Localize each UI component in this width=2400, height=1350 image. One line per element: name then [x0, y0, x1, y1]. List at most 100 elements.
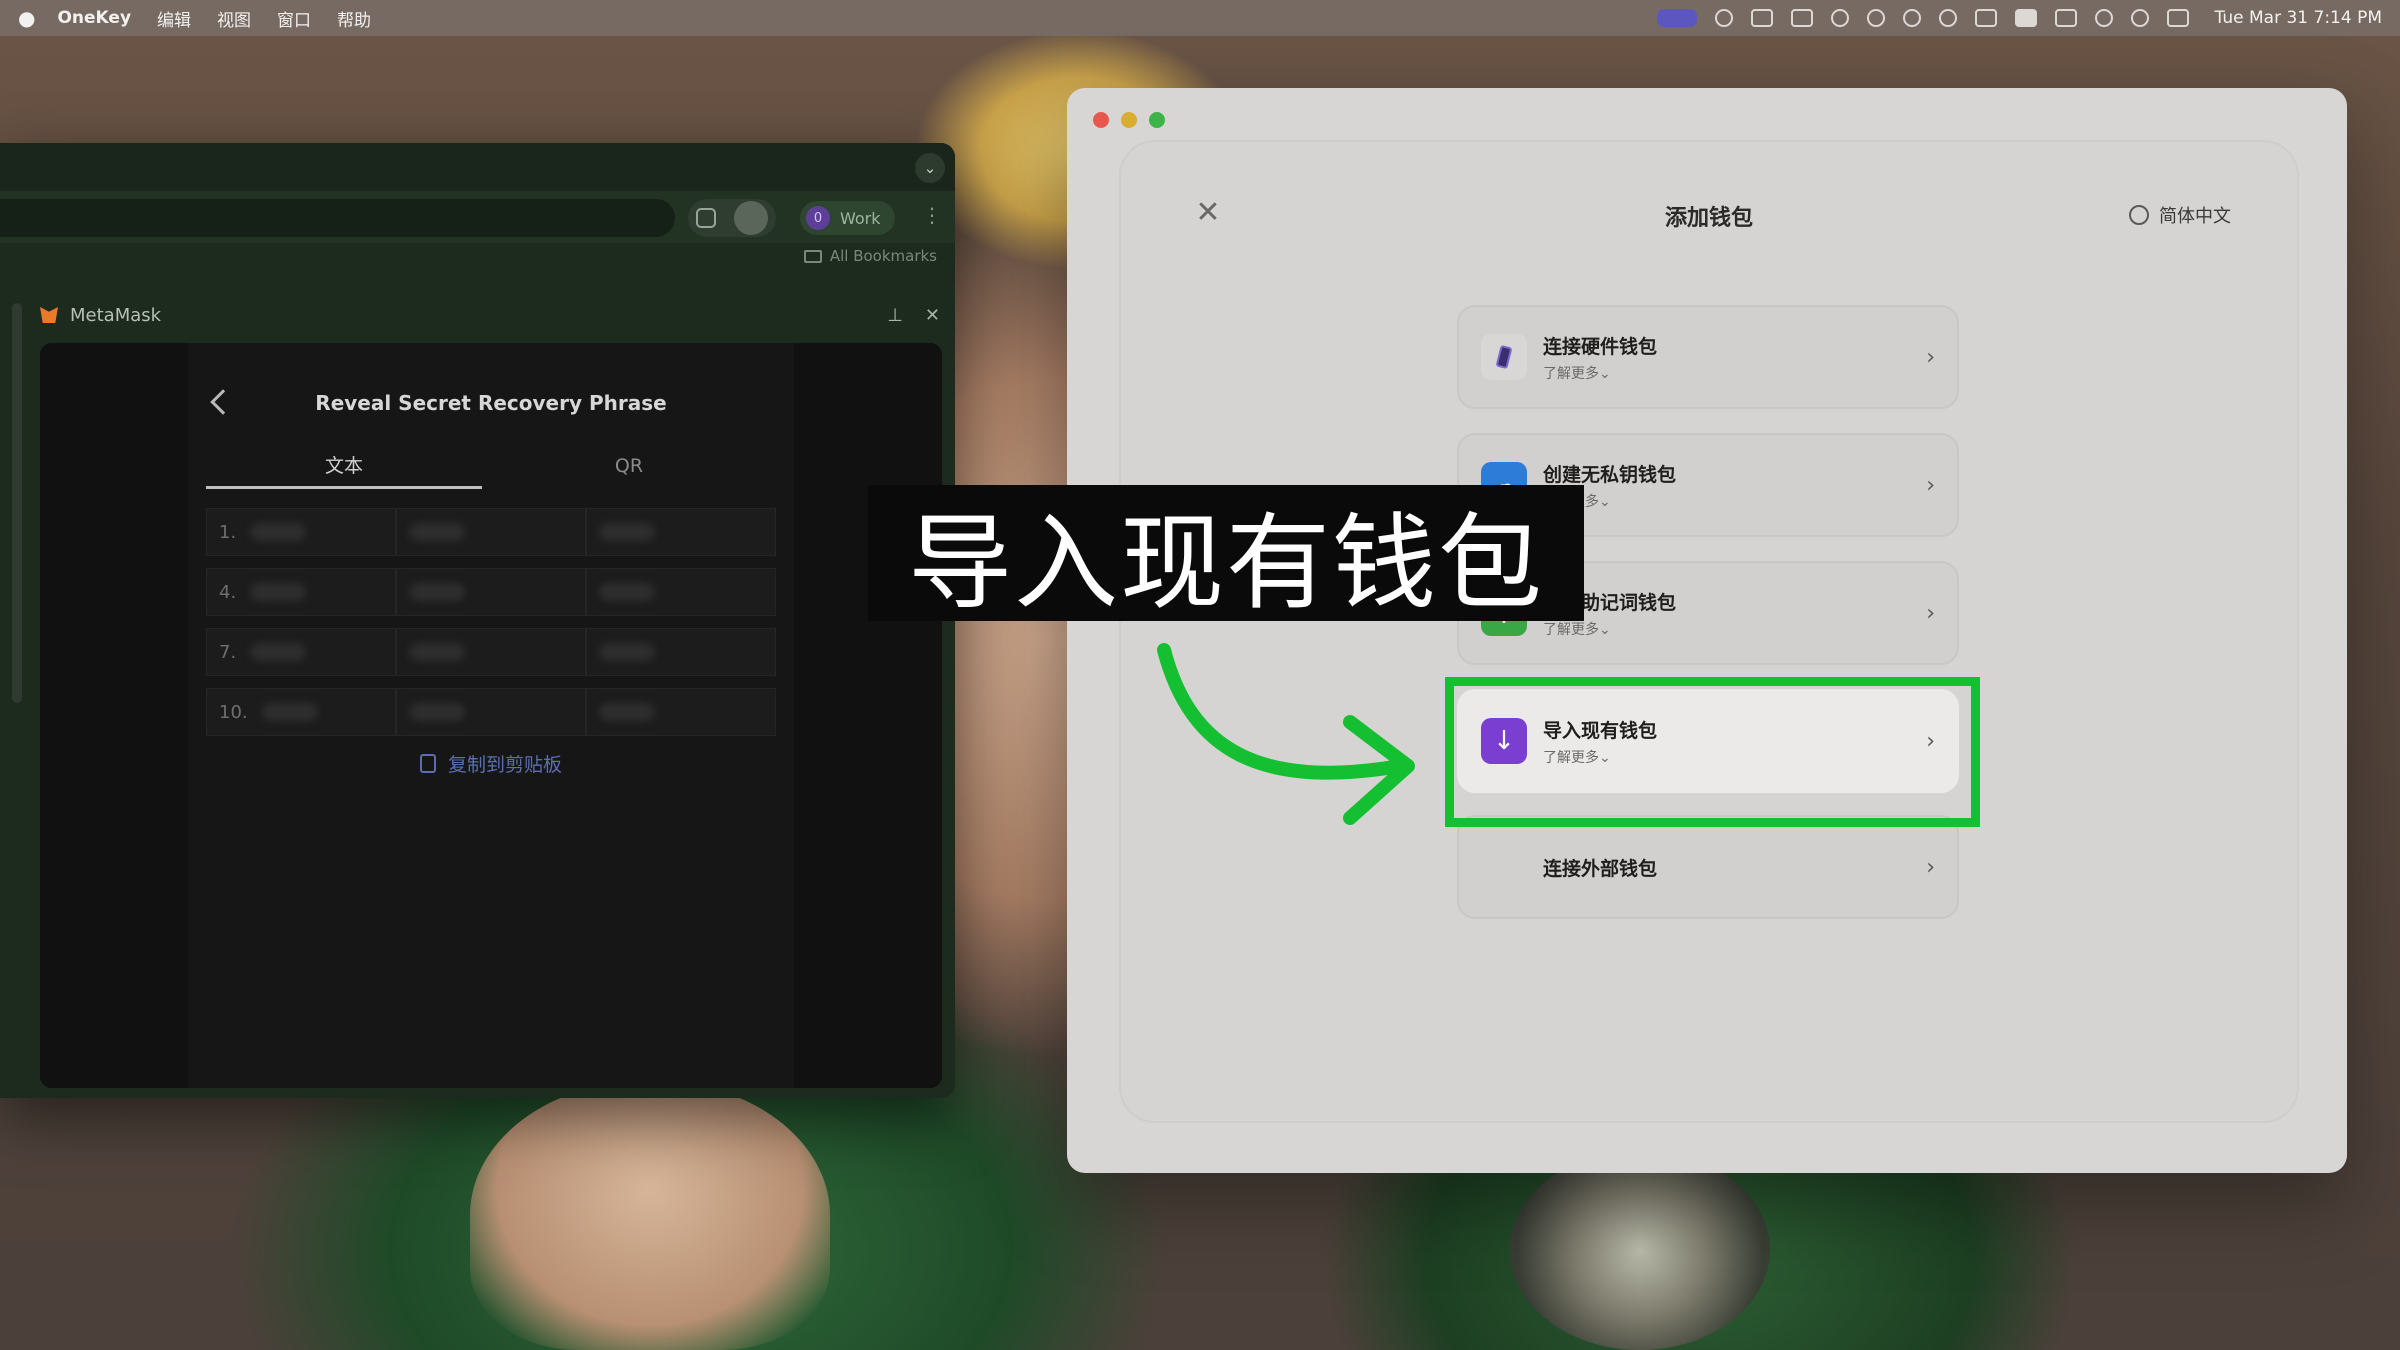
metamask-fox-icon — [40, 307, 58, 323]
learn-more-link[interactable]: 了解更多⌄ — [1543, 491, 1926, 511]
blurred-word — [250, 583, 307, 601]
window-close-button[interactable] — [1093, 112, 1109, 128]
wallpaper-hand — [470, 1080, 830, 1350]
pin-icon[interactable]: ⊥ — [887, 305, 903, 326]
browser-window: ⌄ 0 Work ⋮ All Bookmarks MetaMask ⊥ ✕ Re… — [0, 143, 955, 1098]
play-icon[interactable] — [1902, 9, 1921, 27]
back-arrow-icon[interactable] — [210, 389, 236, 415]
srp-tabs: 文本 QR — [206, 443, 776, 489]
copy-label: 复制到剪贴板 — [447, 753, 562, 776]
tab-text[interactable]: 文本 — [206, 443, 482, 489]
srp-word-index: 1. — [219, 521, 237, 543]
side-panel-header: MetaMask ⊥ ✕ — [40, 295, 940, 335]
tab-strip: ⌄ — [0, 143, 955, 191]
browser-menu-icon[interactable]: ⋮ — [922, 203, 942, 227]
language-selector[interactable]: 简体中文 — [2129, 202, 2231, 228]
window-zoom-button[interactable] — [1149, 112, 1165, 128]
blurred-word — [250, 643, 307, 661]
chevron-right-icon: › — [1926, 344, 1935, 370]
screen-record-icon[interactable] — [1656, 9, 1697, 27]
tab-search-chevron-icon[interactable]: ⌄ — [915, 153, 945, 183]
srp-word-index: 10. — [219, 701, 248, 723]
apple-icon[interactable]: ● — [18, 6, 35, 30]
option-connect-external-wallet[interactable]: 连接外部钱包 › — [1457, 815, 1959, 919]
battery-icon[interactable] — [2054, 9, 2077, 27]
menu-app-name[interactable]: OneKey — [57, 8, 131, 28]
srp-word-cell: 4. — [206, 568, 396, 616]
record-icon[interactable] — [1714, 9, 1733, 27]
option-connect-hardware-wallet[interactable]: 连接硬件钱包 了解更多⌄ › — [1457, 305, 1959, 409]
srp-word-cell — [586, 688, 776, 736]
window-minimize-button[interactable] — [1121, 112, 1137, 128]
panel-gutter-right — [794, 343, 942, 1088]
copy-to-clipboard-button[interactable]: 复制到剪贴板 — [188, 748, 794, 778]
menu-view[interactable]: 视图 — [217, 6, 251, 31]
pointer-arrow-icon — [1157, 643, 1415, 825]
tools-icon[interactable] — [1790, 9, 1813, 27]
profile-chip[interactable]: 0 Work — [800, 201, 895, 235]
window-controls — [1093, 112, 1165, 128]
highlight-box — [1445, 677, 1980, 827]
extensions-group — [688, 199, 776, 237]
close-icon[interactable]: ✕ — [925, 305, 940, 326]
srp-word-cell — [586, 628, 776, 676]
wallpaper-tattoo — [1510, 1150, 1770, 1350]
extensions-puzzle-icon[interactable] — [696, 208, 716, 228]
srp-word-index: 7. — [219, 641, 237, 663]
blurred-word — [599, 523, 655, 541]
learn-more-link[interactable]: 了解更多⌄ — [1543, 619, 1926, 639]
blurred-word — [409, 643, 465, 661]
blurred-word — [409, 583, 465, 601]
chevron-right-icon: › — [1926, 854, 1935, 880]
menu-edit[interactable]: 编辑 — [157, 6, 191, 31]
option-label: 连接硬件钱包 — [1543, 335, 1658, 358]
srp-word-grid: 1. 4. 7. 10. — [206, 508, 776, 736]
status-area: Tue Mar 31 7:14 PM — [1656, 8, 2382, 28]
profile-badge: 0 — [806, 206, 830, 230]
language-label: 简体中文 — [2159, 206, 2231, 227]
option-label: 创建助记词钱包 — [1543, 591, 1677, 614]
page-scrollbar[interactable] — [12, 303, 22, 703]
tutorial-caption: 导入现有钱包 — [868, 485, 1584, 624]
globe-icon — [2129, 205, 2149, 225]
address-bar[interactable] — [0, 199, 675, 237]
blurred-word — [409, 523, 465, 541]
keyboard-a-icon[interactable] — [2014, 9, 2037, 27]
option-label: 创建无私钥钱包 — [1543, 463, 1677, 486]
blurred-word — [599, 643, 655, 661]
all-bookmarks[interactable]: All Bookmarks — [803, 247, 937, 265]
menu-help[interactable]: 帮助 — [337, 6, 371, 31]
bookmarks-bar: All Bookmarks — [0, 243, 955, 273]
panel-gutter-left — [40, 343, 188, 1088]
bed-icon[interactable] — [1974, 9, 1997, 27]
dialog-title: 添加钱包 — [1664, 206, 1753, 231]
control-center-icon[interactable] — [2166, 9, 2189, 27]
onekey-window: ✕ 添加钱包 简体中文 连接硬件钱包 了解更多⌄ › ☁ 创建无私钥钱包 了解更… — [1067, 88, 2347, 1173]
blurred-word — [599, 583, 655, 601]
chevron-right-icon: › — [1926, 472, 1935, 498]
learn-more-link[interactable]: 了解更多⌄ — [1543, 363, 1926, 383]
bluetooth-icon[interactable] — [1830, 9, 1849, 27]
tab-qr[interactable]: QR — [482, 443, 776, 489]
srp-word-cell: 1. — [206, 508, 396, 556]
reveal-srp-page: Reveal Secret Recovery Phrase 文本 QR 1. 4… — [188, 343, 794, 1088]
wifi-icon[interactable] — [2094, 9, 2113, 27]
add-wallet-dialog: ✕ 添加钱包 简体中文 连接硬件钱包 了解更多⌄ › ☁ 创建无私钥钱包 了解更… — [1119, 140, 2299, 1123]
srp-word-cell — [586, 508, 776, 556]
srp-word-cell: 7. — [206, 628, 396, 676]
blurred-word — [250, 523, 307, 541]
search-icon[interactable] — [2130, 9, 2149, 27]
menu-clock[interactable]: Tue Mar 31 7:14 PM — [2215, 8, 2382, 28]
blurred-word — [409, 703, 465, 721]
browser-toolbar: 0 Work ⋮ — [0, 191, 955, 243]
copy-icon — [419, 753, 436, 773]
metamask-panel: Reveal Secret Recovery Phrase 文本 QR 1. 4… — [40, 343, 942, 1088]
srp-word-cell — [586, 568, 776, 616]
headphones-icon[interactable] — [1866, 9, 1885, 27]
menu-window[interactable]: 窗口 — [277, 6, 311, 31]
extension-avatar-icon[interactable] — [734, 201, 768, 235]
srp-word-cell: 10. — [206, 688, 396, 736]
airdrop-icon[interactable] — [1938, 9, 1957, 27]
cursor-icon[interactable] — [1750, 9, 1773, 27]
blurred-word — [599, 703, 655, 721]
